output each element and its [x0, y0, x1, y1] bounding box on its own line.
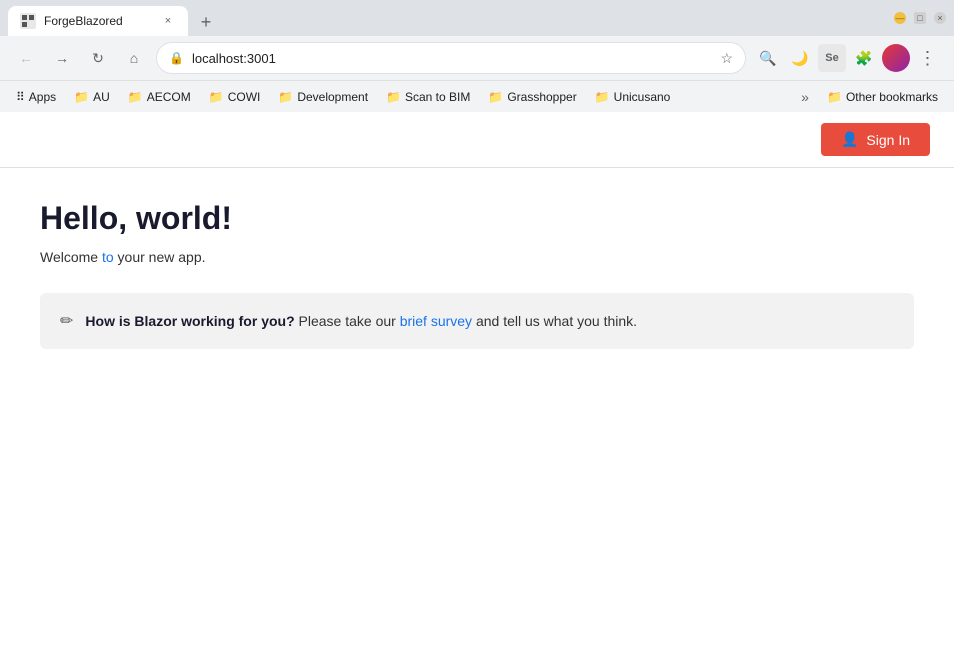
- bookmark-development-label: Development: [297, 90, 368, 104]
- address-bar[interactable]: 🔒 localhost:3001 ☆: [156, 42, 746, 74]
- subtext-prefix: Welcome: [40, 249, 102, 265]
- bookmark-unicusano[interactable]: 📁 Unicusano: [587, 88, 679, 106]
- bookmark-apps[interactable]: ⠿ Apps: [8, 88, 64, 106]
- address-text: localhost:3001: [192, 51, 712, 66]
- bookmark-au-label: AU: [93, 90, 110, 104]
- refresh-button[interactable]: ↻: [84, 44, 112, 72]
- close-button[interactable]: ×: [934, 12, 946, 24]
- person-icon: 👤: [841, 131, 858, 148]
- profile-avatar[interactable]: [882, 44, 910, 72]
- maximize-button[interactable]: □: [914, 12, 926, 24]
- aecom-folder-icon: 📁: [128, 90, 143, 104]
- tab-close-button[interactable]: ×: [160, 13, 176, 29]
- active-tab[interactable]: ForgeBlazored ×: [8, 6, 188, 36]
- bookmark-aecom[interactable]: 📁 AECOM: [120, 88, 199, 106]
- sign-in-button[interactable]: 👤 Sign In: [821, 123, 930, 156]
- subtext-suffix: your new app.: [114, 249, 206, 265]
- sign-in-label: Sign In: [866, 132, 910, 148]
- grasshopper-folder-icon: 📁: [488, 90, 503, 104]
- bookmark-grasshopper-label: Grasshopper: [507, 90, 576, 104]
- extensions-button[interactable]: 🧩: [850, 44, 878, 72]
- survey-bold-text: How is Blazor working for you?: [85, 313, 294, 329]
- moon-button[interactable]: 🌙: [786, 44, 814, 72]
- search-button[interactable]: 🔍: [754, 44, 782, 72]
- unicusano-folder-icon: 📁: [595, 90, 610, 104]
- subtext-link[interactable]: to: [102, 249, 114, 265]
- star-icon[interactable]: ☆: [720, 50, 733, 67]
- forward-button[interactable]: →: [48, 44, 76, 72]
- browser-window: ForgeBlazored × + — □ × ← → ↻: [0, 0, 954, 656]
- other-bookmarks-folder-icon: 📁: [827, 90, 842, 104]
- tab-bar: ForgeBlazored × +: [8, 0, 882, 36]
- tab-favicon: [20, 13, 36, 29]
- bookmark-cowi-label: COWI: [228, 90, 261, 104]
- bookmark-grasshopper[interactable]: 📁 Grasshopper: [480, 88, 584, 106]
- bookmark-aecom-label: AECOM: [147, 90, 191, 104]
- bookmark-unicusano-label: Unicusano: [614, 90, 671, 104]
- survey-link[interactable]: brief survey: [400, 313, 472, 329]
- scan-to-bim-folder-icon: 📁: [386, 90, 401, 104]
- bookmark-au[interactable]: 📁 AU: [66, 88, 118, 106]
- page-subtext: Welcome to your new app.: [40, 249, 914, 265]
- toolbar-right-icons: 🔍 🌙 Se 🧩 ⋮: [754, 44, 942, 72]
- bookmark-cowi[interactable]: 📁 COWI: [201, 88, 269, 106]
- bookmark-scan-to-bim-label: Scan to BIM: [405, 90, 470, 104]
- minimize-button[interactable]: —: [894, 12, 906, 24]
- page-content: 👤 Sign In Hello, world! Welcome to your …: [0, 112, 954, 656]
- development-folder-icon: 📁: [278, 90, 293, 104]
- bookmarks-bar: ⠿ Apps 📁 AU 📁 AECOM 📁 COWI 📁 Development…: [0, 80, 954, 112]
- survey-text-after-link: and tell us what you think.: [472, 313, 637, 329]
- new-tab-button[interactable]: +: [192, 8, 220, 36]
- page-heading: Hello, world!: [40, 200, 914, 237]
- lock-icon: 🔒: [169, 51, 184, 65]
- bookmark-development[interactable]: 📁 Development: [270, 88, 376, 106]
- selenium-button[interactable]: Se: [818, 44, 846, 72]
- home-button[interactable]: ⌂: [120, 44, 148, 72]
- page-header: 👤 Sign In: [0, 112, 954, 168]
- bookmark-scan-to-bim[interactable]: 📁 Scan to BIM: [378, 88, 478, 106]
- page-body: Hello, world! Welcome to your new app. ✏…: [0, 168, 954, 381]
- title-bar: ForgeBlazored × + — □ ×: [0, 0, 954, 36]
- survey-text-before-link: Please take our: [295, 313, 400, 329]
- apps-grid-icon: ⠿: [16, 90, 25, 104]
- other-bookmarks-item[interactable]: 📁 Other bookmarks: [819, 88, 946, 106]
- survey-text: How is Blazor working for you? Please ta…: [85, 313, 637, 329]
- other-bookmarks-label: Other bookmarks: [846, 90, 938, 104]
- au-folder-icon: 📁: [74, 90, 89, 104]
- survey-banner: ✏ How is Blazor working for you? Please …: [40, 293, 914, 349]
- back-button[interactable]: ←: [12, 44, 40, 72]
- pencil-icon: ✏: [60, 311, 73, 331]
- window-controls: — □ ×: [894, 12, 946, 24]
- more-bookmarks-button[interactable]: »: [793, 85, 817, 109]
- browser-toolbar: ← → ↻ ⌂ 🔒 localhost:3001 ☆ 🔍 🌙 Se 🧩 ⋮: [0, 36, 954, 80]
- tab-title-text: ForgeBlazored: [44, 14, 152, 28]
- bookmark-apps-label: Apps: [29, 90, 56, 104]
- menu-button[interactable]: ⋮: [914, 44, 942, 72]
- cowi-folder-icon: 📁: [209, 90, 224, 104]
